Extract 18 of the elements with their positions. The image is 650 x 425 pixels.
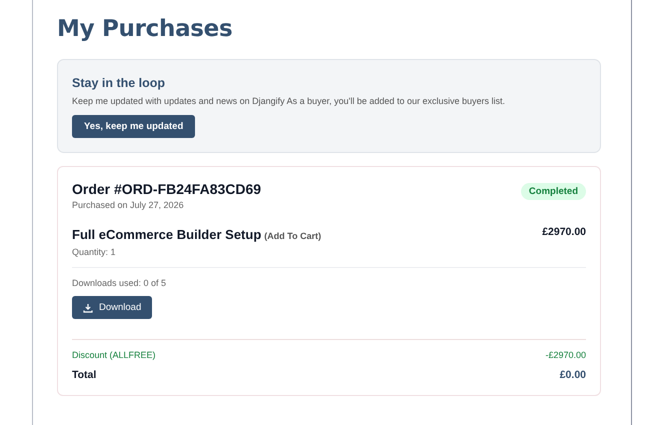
- product-price: £2970.00: [542, 226, 586, 238]
- page-title: My Purchases: [57, 16, 234, 42]
- total-label: Total: [72, 369, 96, 381]
- download-icon: [83, 302, 93, 312]
- newsletter-title: Stay in the loop: [72, 76, 166, 90]
- newsletter-text: Keep me updated with updates and news on Djangify As a buyer, you'll be added to our exclusive buyers list.: [72, 96, 506, 106]
- quantity: Quantity: 1: [72, 247, 117, 257]
- downloads-used: Downloads used: 0 of 5: [72, 278, 168, 288]
- total-amount: £0.00: [560, 369, 586, 381]
- product-note: (Add To Cart): [264, 231, 322, 241]
- product-name: Full eCommerce Builder Setup: [72, 227, 262, 242]
- discount-label: Discount (ALLFREE): [72, 350, 156, 360]
- purchase-date: Purchased on July 27, 2026: [72, 200, 185, 210]
- status-badge: Completed: [520, 183, 586, 200]
- download-button[interactable]: Download: [72, 296, 152, 319]
- discount-amount: -£2970.00: [545, 350, 586, 360]
- order-number: Order #ORD-FB24FA83CD69: [72, 181, 262, 197]
- subscribe-button[interactable]: Yes, keep me updated: [72, 115, 196, 138]
